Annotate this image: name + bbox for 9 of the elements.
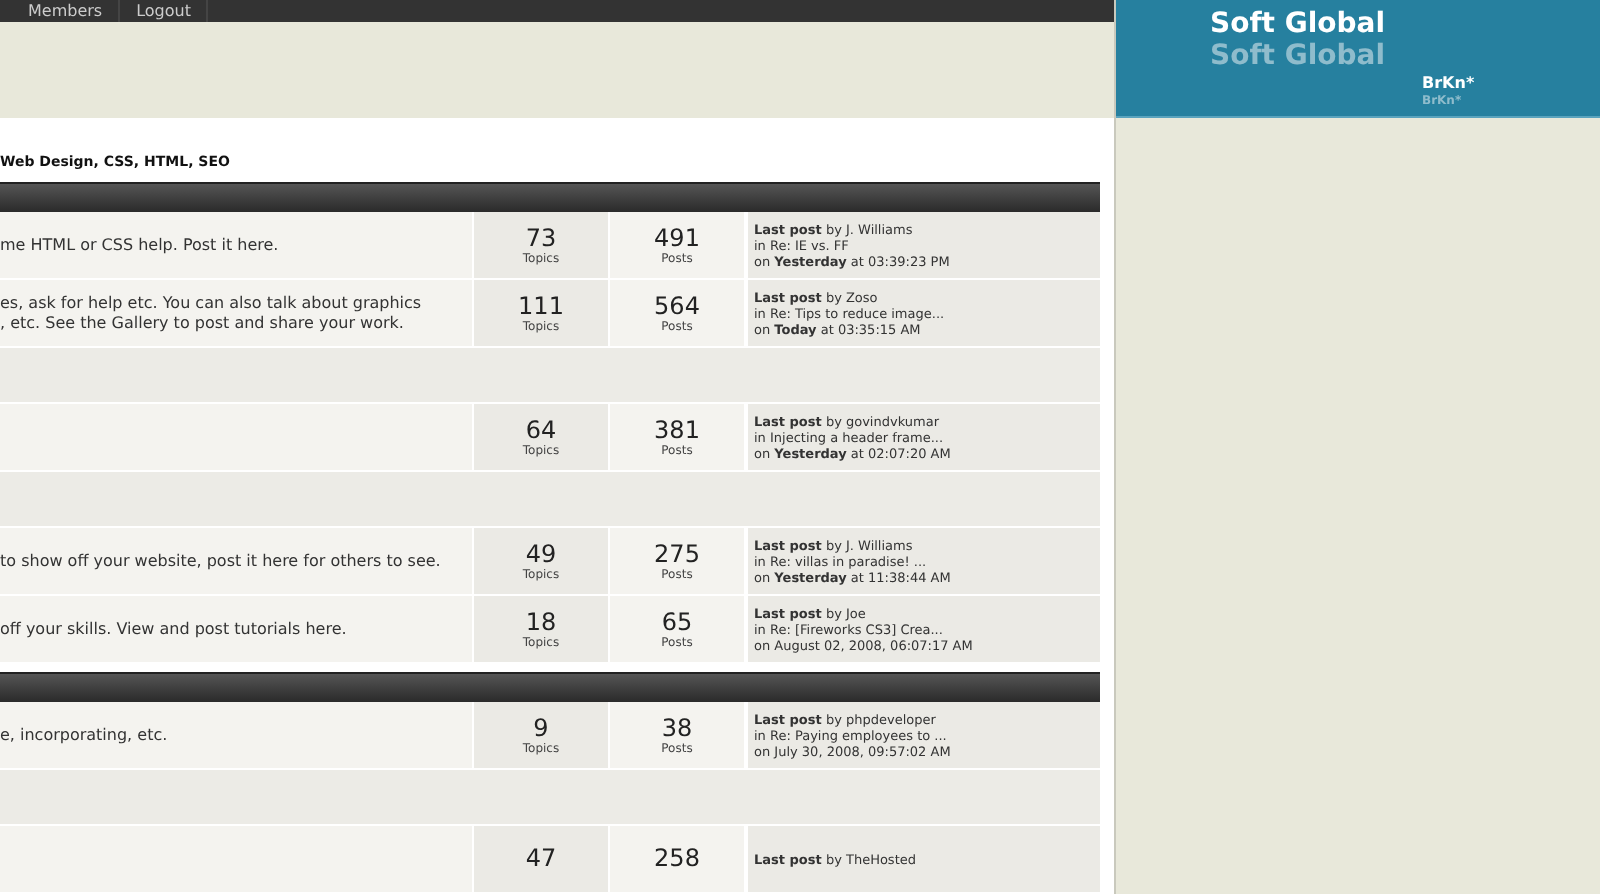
logo-tagline: BrKn* — [1422, 74, 1475, 92]
logo-text: Soft Global — [1210, 8, 1386, 40]
description-cell-text: off your skills. View and post tutorials here. — [0, 617, 349, 642]
description-cell-text: e, incorporating, etc. — [0, 723, 170, 748]
description-cell-text: to show off your website, post it here for others to see. — [0, 549, 443, 574]
description-cell-text: me HTML or CSS help. Post it here. — [0, 233, 281, 258]
topics-cell: 47 — [472, 826, 608, 892]
logo-reflection: Soft Global — [1210, 40, 1386, 72]
description-cell-text: es, ask for help etc. You can also talk about graphics , etc. See the Gallery to post and share your work. — [0, 291, 424, 336]
